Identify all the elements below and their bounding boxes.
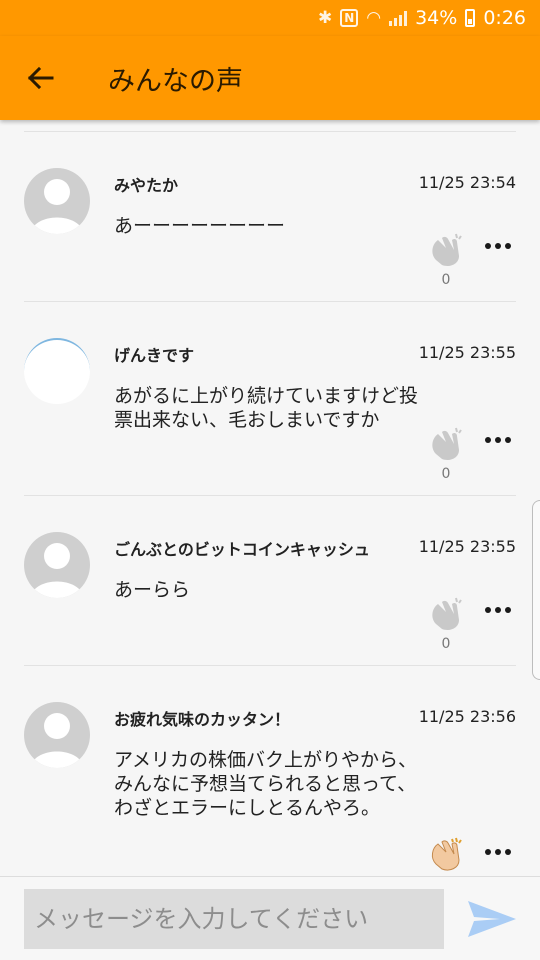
more-dots-icon: [485, 607, 491, 613]
clap-icon: [431, 837, 462, 871]
more-dots-icon: [505, 437, 511, 443]
clap-button[interactable]: [426, 230, 466, 270]
message-input[interactable]: [24, 889, 444, 949]
avatar[interactable]: [24, 168, 90, 234]
page-title: みんなの声: [108, 65, 243, 97]
send-button[interactable]: [466, 897, 518, 941]
clap-button[interactable]: [426, 834, 466, 874]
message-composer: [0, 876, 540, 960]
comment-text: あがるに上がり続けていますけど投票出来ない、毛おしまいですか: [114, 385, 419, 431]
more-dots-icon: [505, 607, 511, 613]
clap-button[interactable]: [426, 424, 466, 464]
clap-count: 0: [441, 636, 451, 652]
comment-list[interactable]: みやたか 11/25 23:54 あーーーーーーーー 0 げんきです 11/25…: [0, 120, 540, 875]
more-dots-icon: [505, 849, 511, 855]
more-dots-icon: [495, 243, 501, 249]
comment-time: 11/25 23:54: [418, 173, 516, 192]
bluetooth-icon: ✱: [317, 8, 333, 28]
more-dots-icon: [495, 437, 501, 443]
more-options-button[interactable]: [480, 430, 516, 450]
battery-icon: [465, 9, 476, 27]
comment-text: アメリカの株価バク上がりやから、みんなに予想当てられると思って、わざとエラーにし…: [114, 749, 418, 819]
more-dots-icon: [495, 607, 501, 613]
comment-item: ごんぶとのビットコインキャッシュ 11/25 23:55 あーらら 0: [0, 496, 540, 666]
more-dots-icon: [485, 243, 491, 249]
scrollbar[interactable]: [532, 500, 540, 680]
more-dots-icon: [485, 849, 491, 855]
more-dots-icon: [495, 849, 501, 855]
comment-item: げんきです 11/25 23:55 あがるに上がり続けていますけど投票出来ない、…: [0, 302, 540, 496]
signal-icon: [389, 10, 408, 26]
comment-author[interactable]: お疲れ気味のカッタン！: [114, 706, 290, 730]
clap-icon: [432, 233, 462, 266]
battery-percent: 34%: [415, 7, 458, 29]
more-dots-icon: [485, 437, 491, 443]
wifi-icon: ◠: [366, 8, 382, 28]
comment-time: 11/25 23:56: [418, 707, 516, 726]
avatar[interactable]: [24, 702, 90, 768]
comment-text: あーーーーーーーー: [114, 215, 286, 237]
clock: 0:26: [483, 7, 526, 29]
comment-item: みやたか 11/25 23:54 あーーーーーーーー 0: [0, 132, 540, 302]
app-bar: みんなの声: [0, 36, 540, 120]
nfc-icon: N: [340, 9, 359, 27]
arrow-left-icon: [27, 66, 54, 90]
comment-time: 11/25 23:55: [418, 343, 516, 362]
avatar[interactable]: [24, 532, 90, 598]
clap-button[interactable]: [426, 594, 466, 634]
comment-item: お疲れ気味のカッタン！ 11/25 23:56 アメリカの株価バク上がりやから、…: [0, 666, 540, 875]
clap-count: 0: [441, 466, 451, 482]
more-options-button[interactable]: [480, 236, 516, 256]
comment-text: あーらら: [114, 579, 191, 601]
clap-icon: [432, 427, 462, 460]
comment-author[interactable]: みやたか: [114, 172, 178, 196]
back-button[interactable]: [0, 36, 80, 120]
more-options-button[interactable]: [480, 842, 516, 862]
avatar[interactable]: [24, 338, 90, 404]
comment-author[interactable]: げんきです: [114, 342, 194, 366]
comment-time: 11/25 23:55: [418, 537, 516, 556]
clap-icon: [432, 597, 462, 630]
send-icon: [468, 901, 516, 937]
status-bar: ✱ N ◠ 34% 0:26: [0, 0, 540, 36]
clap-count: 0: [441, 272, 451, 288]
more-options-button[interactable]: [480, 600, 516, 620]
more-dots-icon: [505, 243, 511, 249]
comment-author[interactable]: ごんぶとのビットコインキャッシュ: [114, 536, 370, 560]
